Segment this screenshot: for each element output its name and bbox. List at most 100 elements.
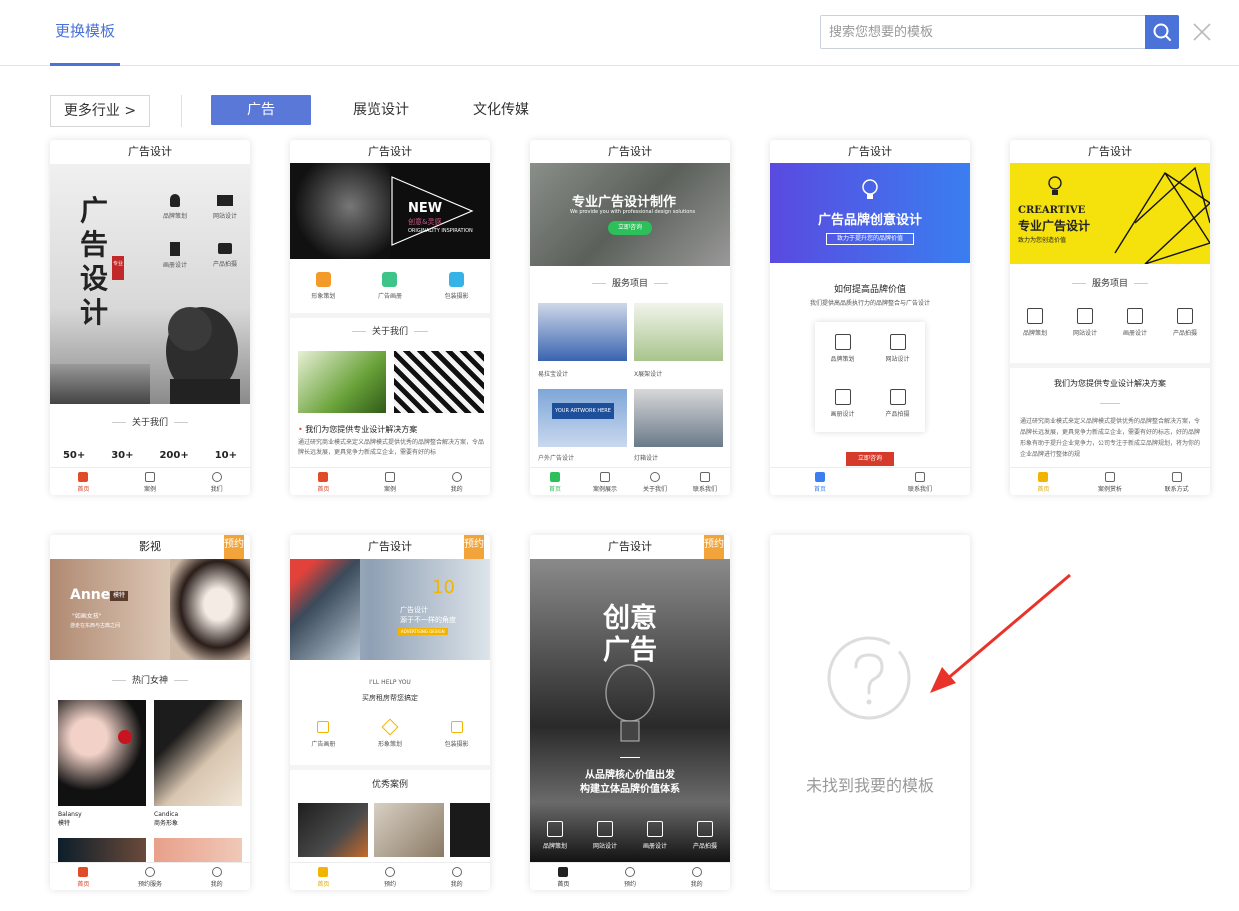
nav-booking: 预约服务 bbox=[117, 863, 184, 890]
template-card[interactable]: 影视 预约 Anne 模特 "如画女孩" 游走在东西与古典之间 热门女神 Bal… bbox=[50, 535, 250, 890]
feature-item: 网站设计 bbox=[1073, 308, 1097, 337]
phone-icon bbox=[1171, 472, 1182, 482]
case-photo bbox=[450, 803, 490, 857]
banner-title: 广告设计 bbox=[400, 606, 428, 614]
rollup-banner-photo bbox=[538, 303, 627, 361]
feature-item: 画册设计 bbox=[150, 240, 200, 288]
stat-value: 50+ bbox=[62, 450, 86, 461]
feature-item: 画册设计 bbox=[1123, 308, 1147, 337]
close-button[interactable] bbox=[1190, 20, 1214, 44]
bottom-nav: 首页 案例展示 关于我们 联系我们 bbox=[530, 467, 730, 495]
home-icon bbox=[318, 472, 329, 482]
person-caption: Balansy 模特 bbox=[58, 811, 82, 827]
search-box bbox=[820, 15, 1179, 49]
hero-image: CREARTIVE 专业广告设计 致力为您创造价值 bbox=[1010, 163, 1210, 264]
tab-change-template[interactable]: 更换模板 bbox=[50, 0, 120, 66]
hero-image: 广告设计 专业 品牌策划 网站设计 画册设计 产品拍摄 bbox=[50, 164, 250, 404]
section-heading: 服务项目 bbox=[530, 276, 730, 289]
camera-icon bbox=[1176, 308, 1193, 324]
grid-icon bbox=[600, 472, 610, 482]
cube-icon bbox=[315, 272, 331, 287]
card-title: 广告设计 bbox=[530, 140, 730, 164]
bullet: • bbox=[298, 425, 303, 434]
monitor-icon bbox=[1076, 308, 1093, 324]
user-icon bbox=[451, 472, 462, 482]
hero-image: 10 广告设计 源于不一样的角度 ADVERTISING DESIGN bbox=[290, 559, 490, 660]
feature-item: 网站设计 bbox=[870, 322, 925, 372]
section-heading: 优秀案例 bbox=[371, 780, 408, 790]
banner-line: 游走在东西与古典之间 bbox=[70, 623, 121, 629]
nav-home: 首页 bbox=[1010, 468, 1077, 495]
hero-image: 广告品牌创意设计 致力于提升您的品牌价值 bbox=[770, 163, 970, 263]
search-button[interactable] bbox=[1145, 15, 1179, 49]
banner-title: 广告品牌创意设计 bbox=[817, 213, 922, 228]
divider bbox=[620, 757, 640, 758]
template-card[interactable]: 广告设计 CREARTIVE 专业广告设计 致力为您创造价值 服务项目 品牌策划… bbox=[1010, 140, 1210, 495]
feature-grid: 品牌策划 网站设计 画册设计 产品拍摄 bbox=[150, 192, 250, 288]
pencil-icon bbox=[546, 821, 563, 837]
billboard-text: YOUR ARTWORK HERE bbox=[552, 403, 614, 419]
consult-button: 立即咨询 bbox=[608, 221, 652, 235]
divider bbox=[181, 95, 182, 127]
bottom-nav: 首页 预约 我的 bbox=[530, 862, 730, 890]
category-ad[interactable]: 广告 bbox=[211, 95, 311, 125]
content-body: 通过研究商业模式来定义品牌模式提供优秀的品牌整合解决方案，令品牌长远发展，更具竞… bbox=[1020, 418, 1201, 458]
nav-mine: 我的 bbox=[423, 863, 490, 890]
feature-item: 产品拍摄 bbox=[200, 240, 250, 288]
user-icon bbox=[211, 472, 222, 482]
not-found-label: 未找到我要的模板 bbox=[805, 776, 934, 795]
card-title: 广告设计 bbox=[530, 535, 730, 559]
banner-quote: "如画女孩" bbox=[72, 613, 102, 620]
case-photo bbox=[298, 803, 368, 857]
feature-item: 画册设计 bbox=[815, 377, 870, 427]
help-english: I'LL HELP YOU bbox=[369, 679, 411, 686]
book-icon bbox=[170, 242, 180, 256]
template-card[interactable]: 广告设计 预约 创意 广告 从品牌核心价值出发 构建立体品牌价值体系 品牌策划 … bbox=[530, 535, 730, 890]
billboard-photo: YOUR ARTWORK HERE bbox=[538, 389, 627, 447]
grid-icon bbox=[145, 472, 155, 482]
nav-mine: 我的 bbox=[663, 863, 730, 890]
nav-home: 首页 bbox=[50, 863, 117, 890]
template-card[interactable]: 广告设计 专业广告设计制作 We provide you with profes… bbox=[530, 140, 730, 495]
hero-image: 创意 广告 从品牌核心价值出发 构建立体品牌价值体系 品牌策划 网站设计 画册设… bbox=[530, 559, 730, 863]
category-exhibition[interactable]: 展览设计 bbox=[331, 95, 431, 125]
divider bbox=[290, 765, 490, 770]
feature-row: 品牌策划 网站设计 画册设计 产品拍摄 bbox=[530, 821, 730, 850]
book-icon bbox=[1126, 308, 1143, 324]
monitor-photo bbox=[290, 559, 360, 660]
item-label: X展架设计 bbox=[634, 371, 663, 378]
feature-grid: 品牌策划 网站设计 画册设计 产品拍摄 bbox=[815, 322, 925, 432]
section-heading: 服务项目 bbox=[1010, 276, 1210, 289]
home-icon bbox=[78, 472, 89, 482]
section-heading: 关于我们 bbox=[50, 415, 250, 428]
hero-image: 专业广告设计制作 We provide you with professiona… bbox=[530, 163, 730, 266]
template-card[interactable]: 广告设计 预约 10 广告设计 源于不一样的角度 ADVERTISING DES… bbox=[290, 535, 490, 890]
feature-item: 包装摄影 bbox=[445, 721, 469, 748]
home-icon bbox=[78, 867, 89, 877]
help-chinese: 买房租房帮您搞定 bbox=[362, 694, 418, 702]
template-card[interactable]: 广告设计 广告设计 专业 品牌策划 网站设计 画册设计 产品拍摄 关于我们 50… bbox=[50, 140, 250, 495]
pencil-icon bbox=[834, 334, 851, 350]
phone-icon bbox=[915, 472, 925, 482]
feature-item: 产品拍摄 bbox=[693, 821, 717, 850]
feature-item: 品牌策划 bbox=[150, 192, 200, 240]
stats-row: 50+ 30+ 200+ 10+ bbox=[50, 450, 250, 461]
nav-mine: 我的 bbox=[183, 863, 250, 890]
nav-cases: 案例 bbox=[357, 468, 424, 495]
category-media[interactable]: 文化传媒 bbox=[451, 95, 551, 125]
question-mark-icon bbox=[827, 636, 911, 720]
more-industries-button[interactable]: 更多行业 > bbox=[50, 95, 150, 127]
template-card[interactable]: 广告设计 NEW 创意&灵感 ORIGINALITY INSPIRATION 形… bbox=[290, 140, 490, 495]
template-card[interactable]: 广告设计 广告品牌创意设计 致力于提升您的品牌价值 如何提高品牌价值 我们提供高… bbox=[770, 140, 970, 495]
banner-english: ORIGINALITY INSPIRATION bbox=[408, 228, 473, 234]
grid-icon bbox=[1105, 472, 1115, 482]
user-icon bbox=[211, 867, 222, 877]
bottom-nav: 首页 预约服务 我的 bbox=[50, 862, 250, 890]
album-icon bbox=[382, 272, 398, 287]
feature-item: 广告画册 bbox=[311, 721, 335, 748]
diamond-icon bbox=[381, 718, 399, 736]
card-title: 广告设计 bbox=[290, 140, 490, 164]
search-input[interactable] bbox=[821, 16, 1145, 48]
user-icon bbox=[691, 867, 702, 877]
feature-item: 包装摄影 bbox=[445, 272, 469, 300]
